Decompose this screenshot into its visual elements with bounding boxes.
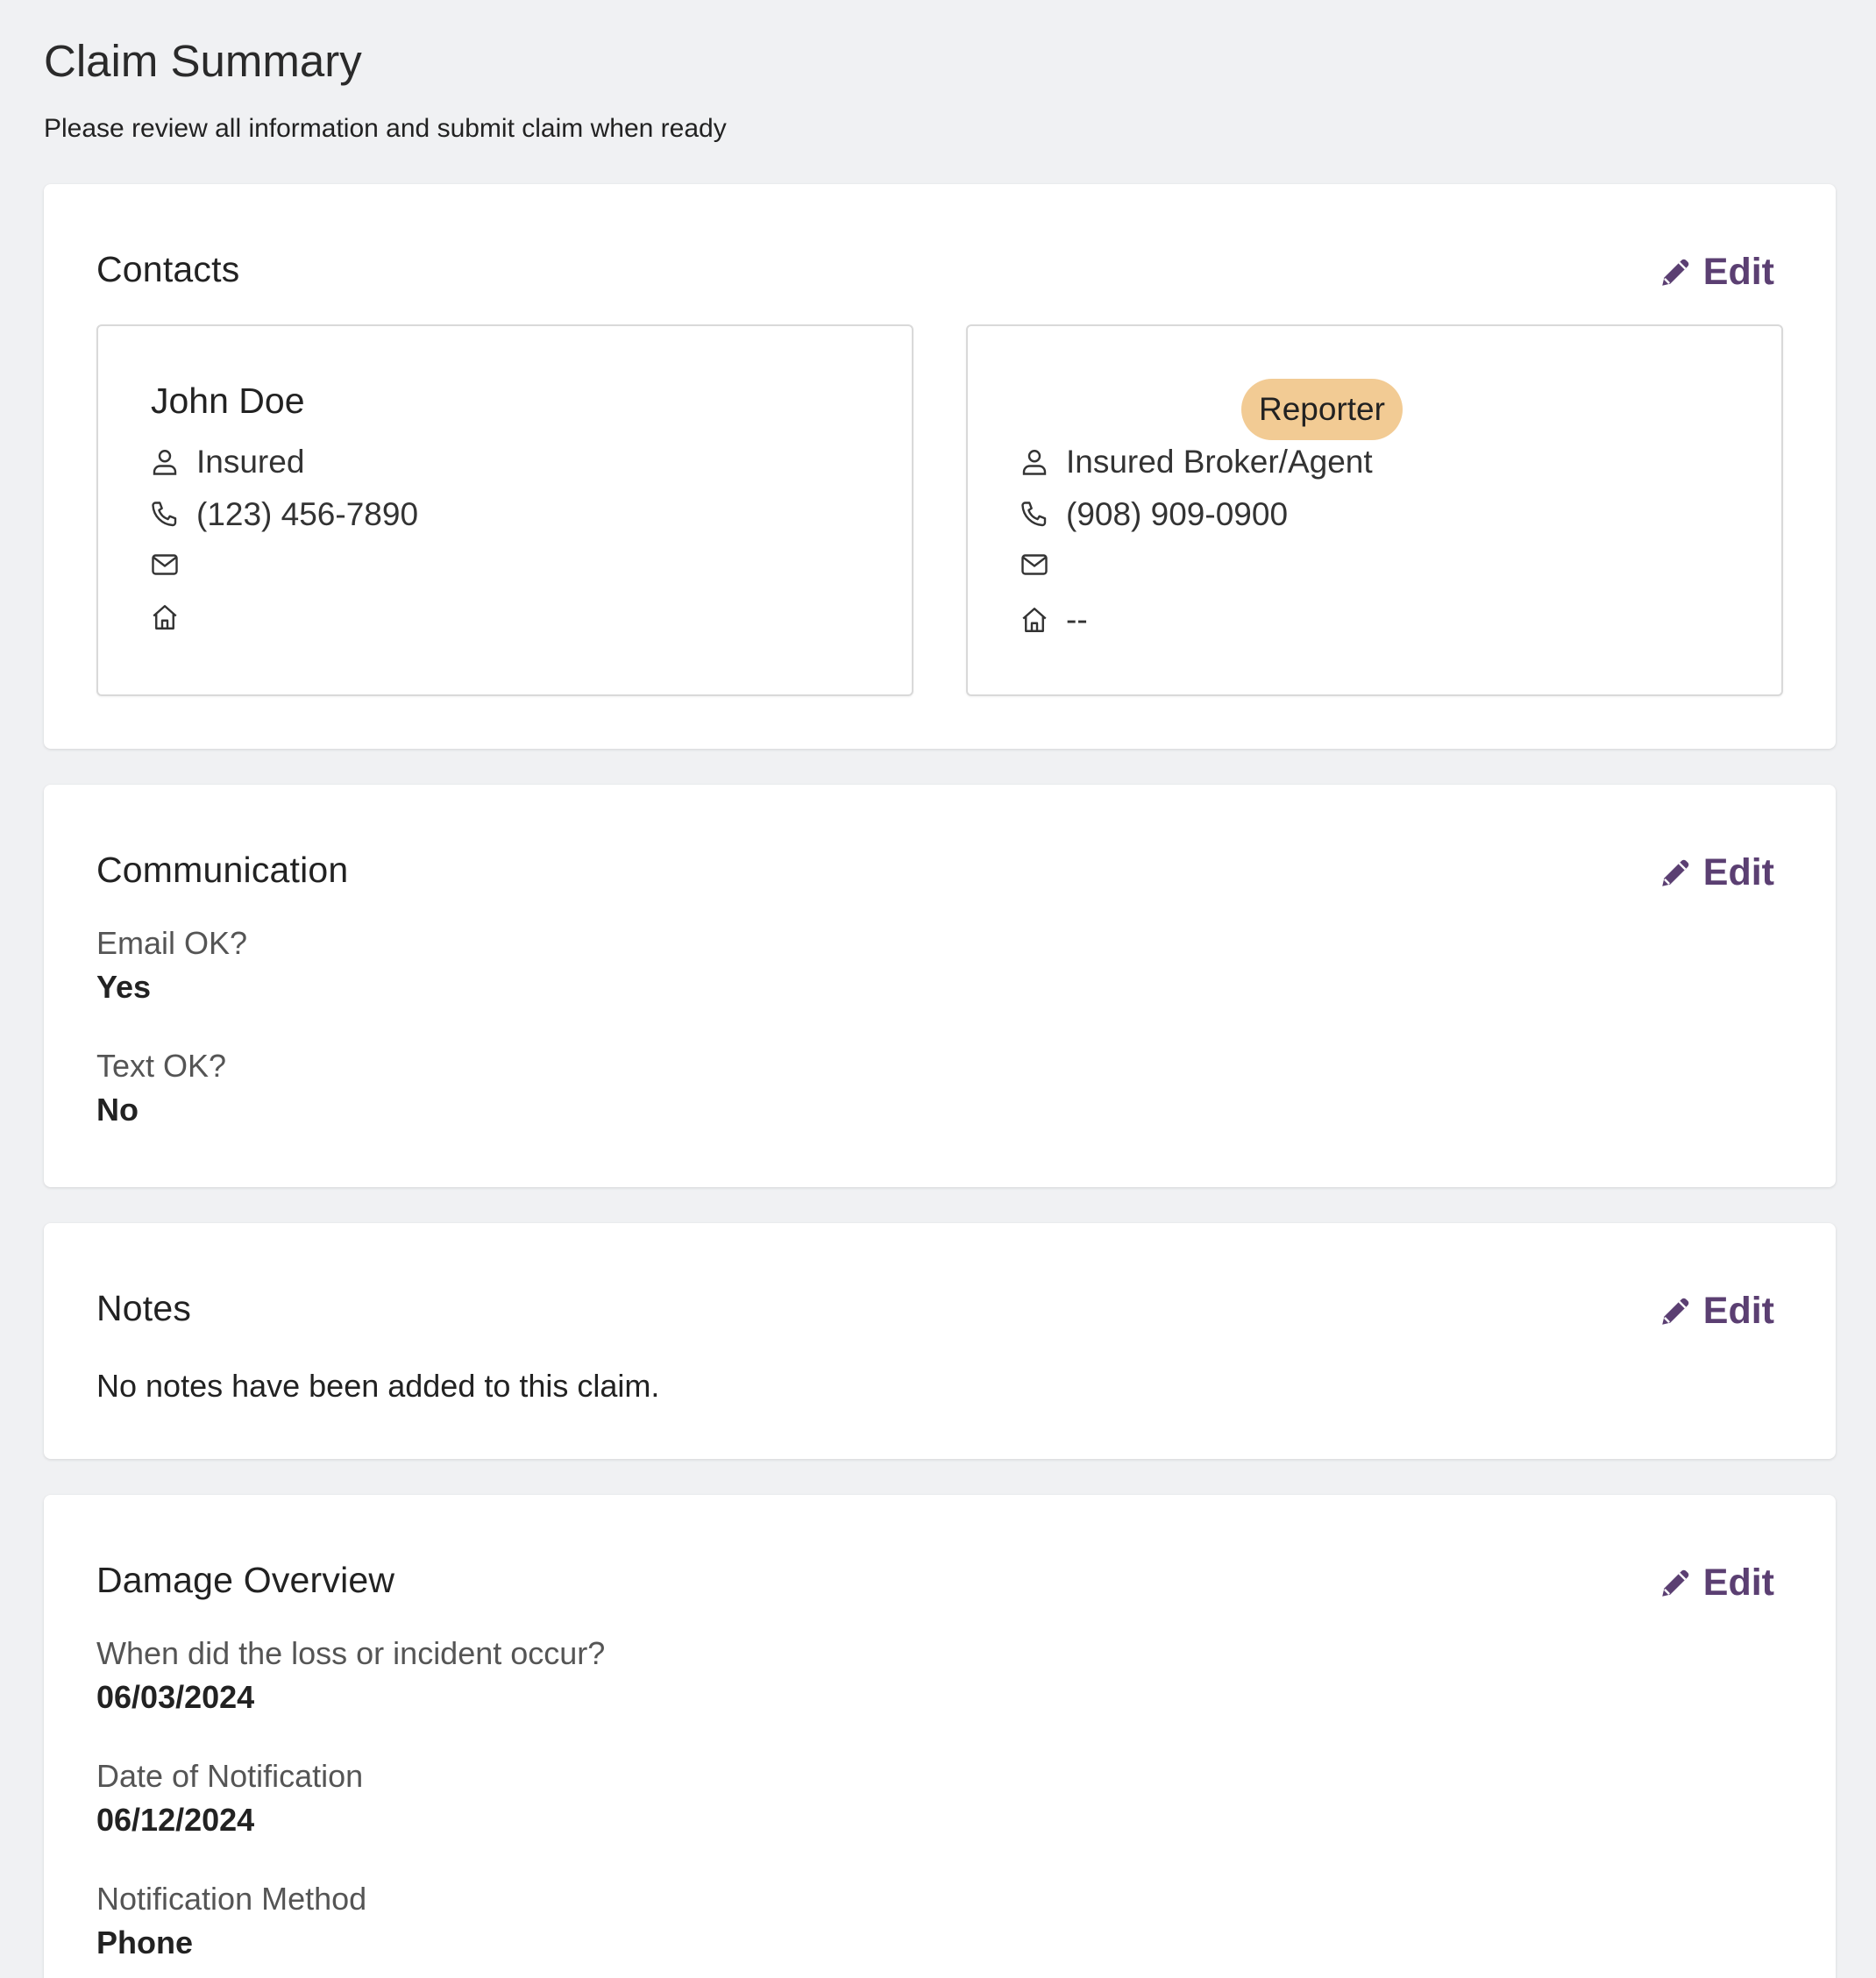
contact-card-insured: John Doe Insured (123) 456-7890 xyxy=(96,324,913,696)
contact-address-row xyxy=(149,601,196,633)
notes-title: Notes xyxy=(96,1288,192,1328)
damage-overview-edit-button[interactable]: Edit xyxy=(1658,1556,1774,1609)
notes-card: Notes Edit No notes have been added to t… xyxy=(44,1223,1836,1459)
home-icon xyxy=(1022,608,1047,632)
notes-edit-button[interactable]: Edit xyxy=(1658,1284,1774,1337)
contact-address: -- xyxy=(1066,601,1088,637)
field-label-loss-date: When did the loss or incident occur? xyxy=(96,1635,606,1671)
contact-phone[interactable]: (908) 909-0900 xyxy=(1066,496,1288,533)
communication-title: Communication xyxy=(96,850,349,890)
field-value-notification-date: 06/12/2024 xyxy=(96,1802,255,1838)
pencil-icon xyxy=(1662,1569,1689,1597)
contact-phone-row: (908) 909-0900 xyxy=(1019,496,1288,533)
edit-label: Edit xyxy=(1702,1289,1774,1332)
contact-role-row: Insured Broker/Agent xyxy=(1019,444,1373,480)
contact-email-row xyxy=(149,549,196,580)
damage-overview-title: Damage Overview xyxy=(96,1560,395,1600)
notes-header: Notes Edit xyxy=(96,1284,1774,1337)
contact-phone[interactable]: (123) 456-7890 xyxy=(196,496,418,533)
edit-label: Edit xyxy=(1702,850,1774,893)
contact-phone-row: (123) 456-7890 xyxy=(149,496,418,533)
contacts-title: Contacts xyxy=(96,249,240,289)
contact-card-reporter: Reporter Insured Broker/Agent (908) 909-… xyxy=(966,324,1783,696)
contacts-edit-button[interactable]: Edit xyxy=(1658,245,1774,298)
damage-overview-header: Damage Overview Edit xyxy=(96,1556,1774,1609)
page-subtitle: Please review all information and submit… xyxy=(44,114,727,143)
home-icon xyxy=(153,605,177,630)
contact-name: John Doe xyxy=(151,381,305,421)
field-value-email-ok: Yes xyxy=(96,969,152,1005)
field-label-text-ok: Text OK? xyxy=(96,1048,227,1084)
person-icon xyxy=(153,450,177,475)
claim-summary-page: Claim Summary Please review all informat… xyxy=(0,0,1876,1978)
envelope-icon xyxy=(1021,554,1048,575)
field-label-email-ok: Email OK? xyxy=(96,925,248,961)
contact-role-row: Insured xyxy=(149,444,304,480)
person-icon xyxy=(1022,450,1047,475)
notes-empty-text: No notes have been added to this claim. xyxy=(96,1368,660,1404)
contact-address-row: -- xyxy=(1019,601,1088,638)
reporter-badge: Reporter xyxy=(1241,379,1403,440)
contact-email-row xyxy=(1019,549,1066,580)
contacts-header: Contacts Edit xyxy=(96,245,1774,298)
contact-role: Insured Broker/Agent xyxy=(1066,444,1373,480)
edit-label: Edit xyxy=(1702,250,1774,293)
communication-card: Communication Edit Email OK? Yes Text OK… xyxy=(44,785,1836,1187)
phone-icon xyxy=(1021,502,1047,527)
field-value-notification-method: Phone xyxy=(96,1925,194,1960)
phone-icon xyxy=(152,502,177,527)
damage-overview-card: Damage Overview Edit When did the loss o… xyxy=(44,1495,1836,1978)
page-title: Claim Summary xyxy=(44,36,362,86)
contact-role: Insured xyxy=(196,444,305,480)
field-label-notification-method: Notification Method xyxy=(96,1881,367,1917)
edit-label: Edit xyxy=(1702,1561,1774,1604)
communication-header: Communication Edit xyxy=(96,846,1774,899)
field-value-loss-date: 06/03/2024 xyxy=(96,1679,255,1715)
pencil-icon xyxy=(1662,859,1689,886)
field-label-notification-date: Date of Notification xyxy=(96,1758,364,1794)
pencil-icon xyxy=(1662,259,1689,286)
field-value-text-ok: No xyxy=(96,1092,139,1128)
contacts-card: Contacts Edit John Doe Insured (123) 456… xyxy=(44,184,1836,749)
pencil-icon xyxy=(1662,1298,1689,1325)
envelope-icon xyxy=(152,554,178,575)
communication-edit-button[interactable]: Edit xyxy=(1658,846,1774,899)
